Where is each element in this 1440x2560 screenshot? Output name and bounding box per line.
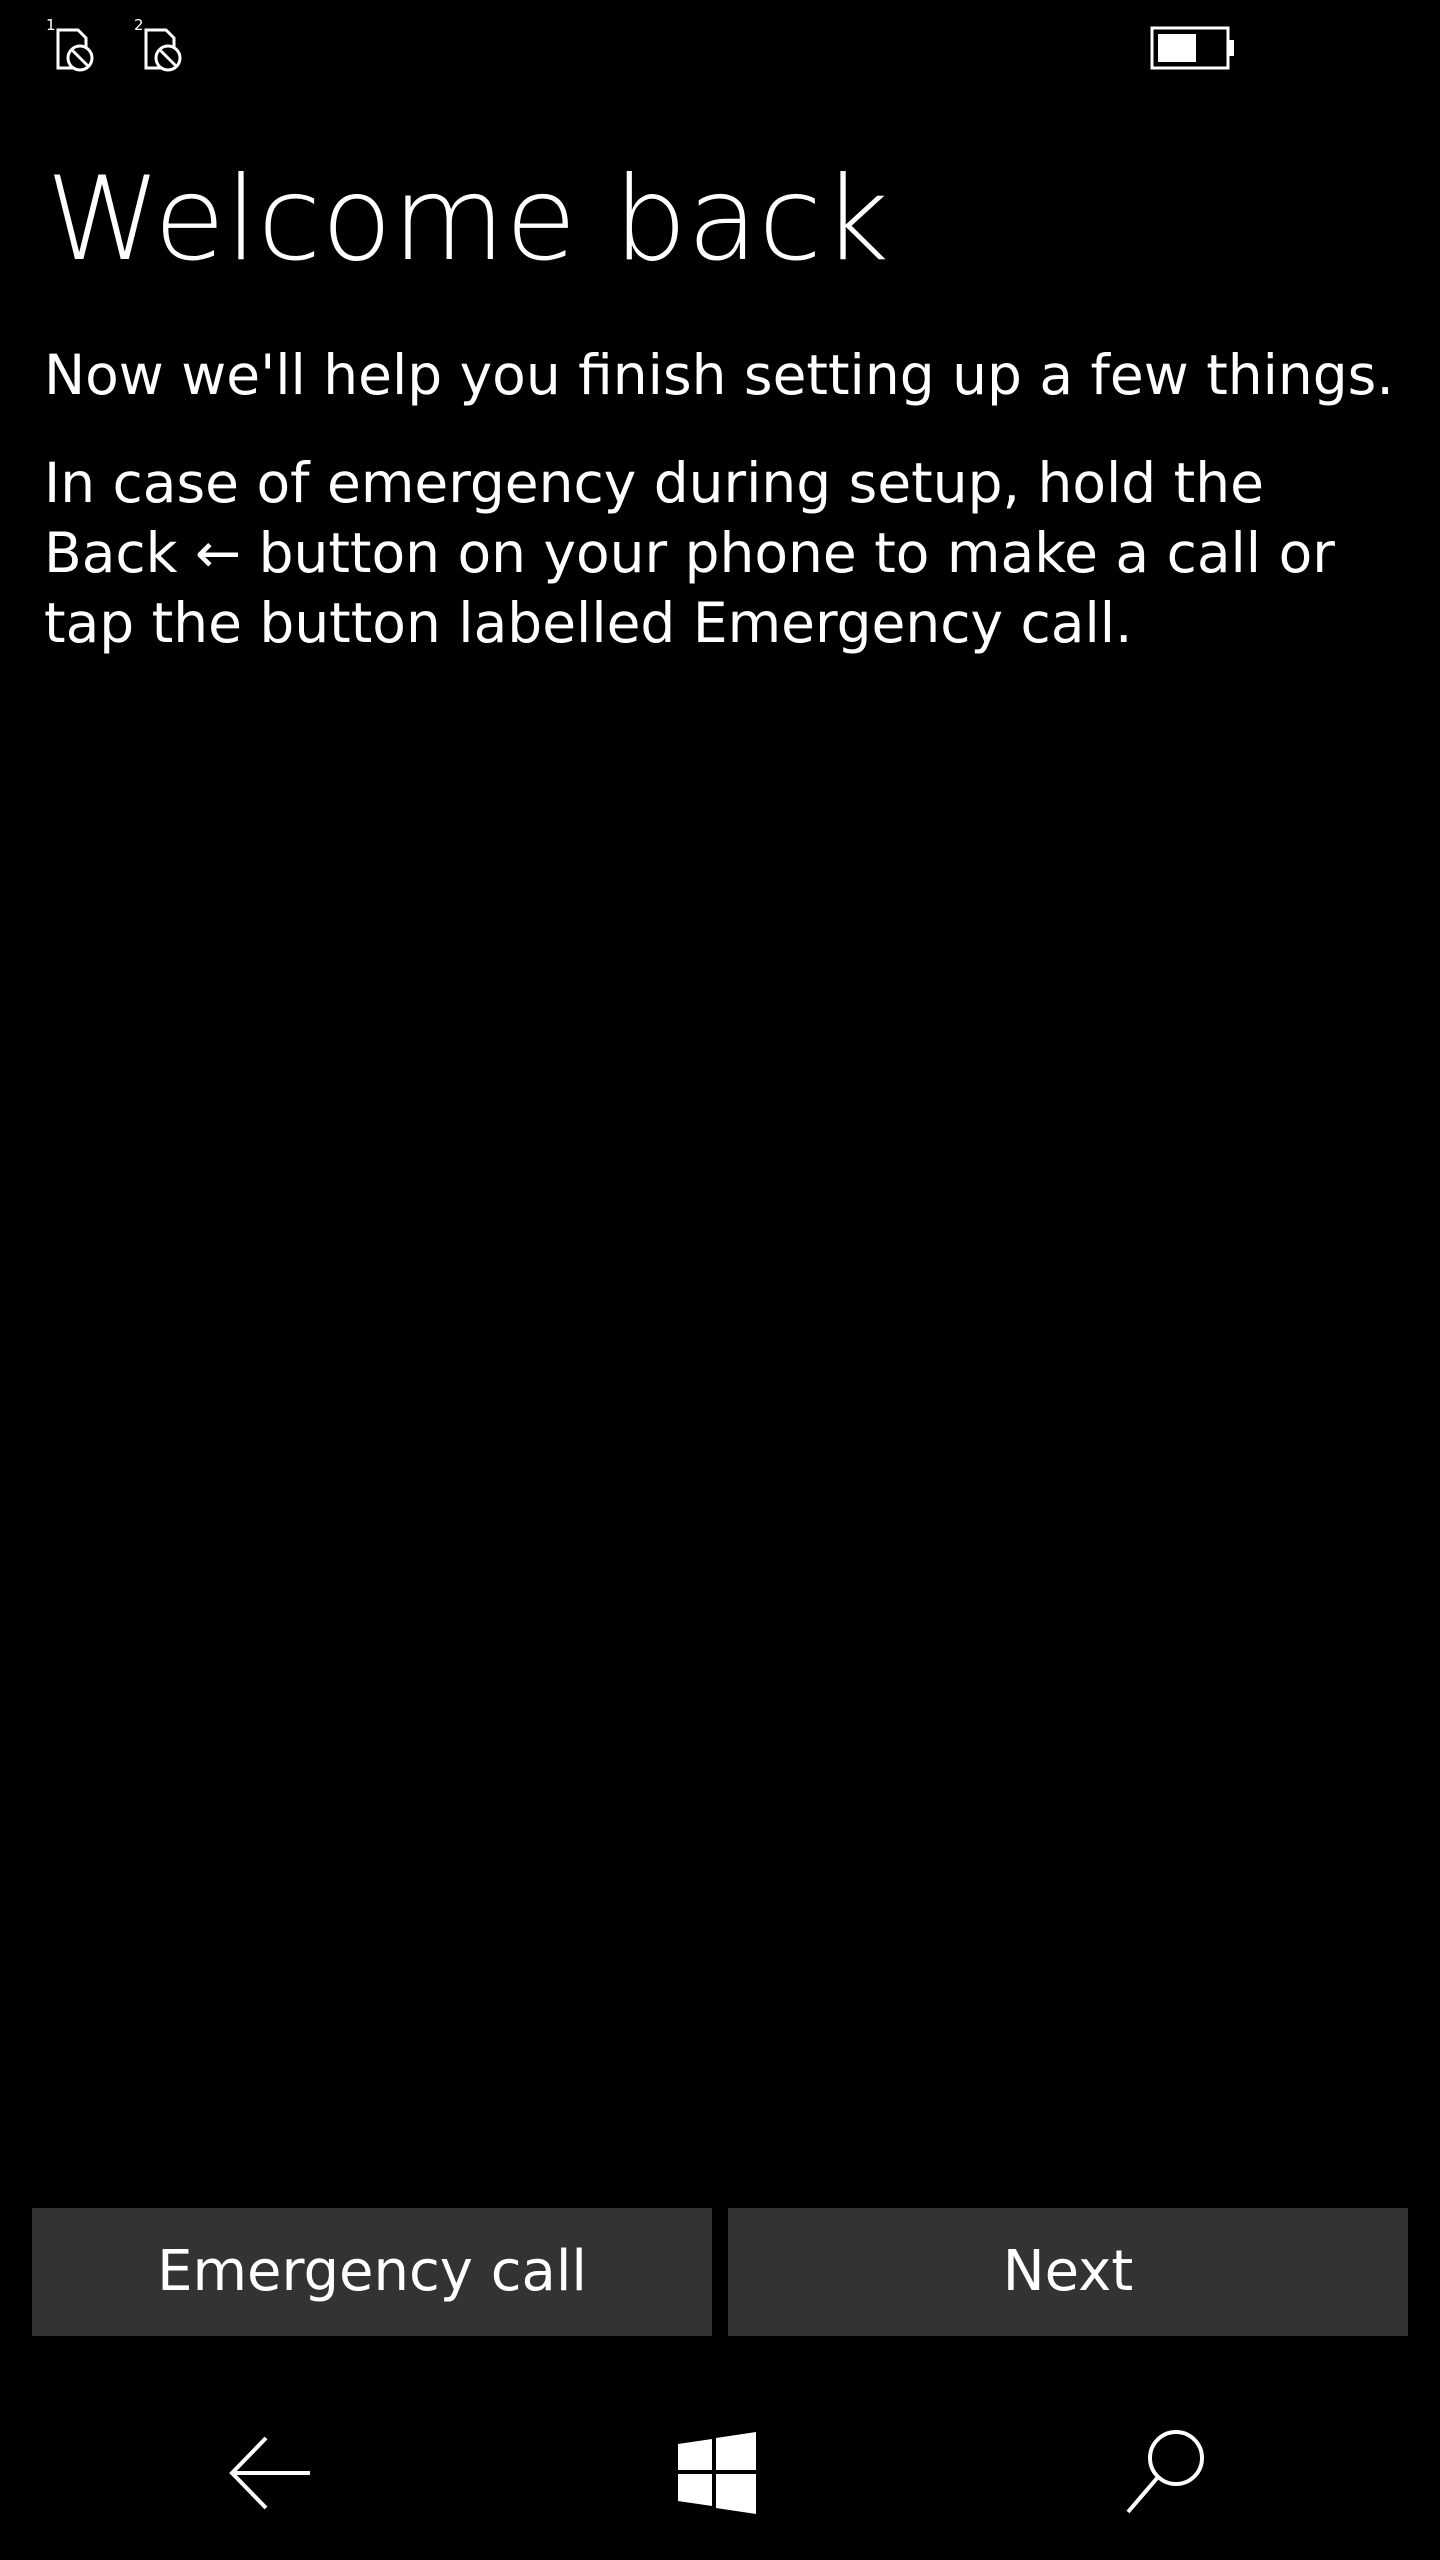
navigation-bar bbox=[0, 2380, 1440, 2560]
page-title: Welcome back bbox=[46, 152, 890, 287]
emergency-info-text: In case of emergency during setup, hold … bbox=[44, 451, 1335, 655]
next-button[interactable]: Next bbox=[728, 2208, 1408, 2336]
back-arrow-icon[interactable] bbox=[216, 2418, 326, 2528]
windows-logo-icon[interactable] bbox=[662, 2418, 772, 2528]
sim-2-no-service-icon: 2 bbox=[132, 14, 192, 74]
svg-text:2: 2 bbox=[134, 16, 144, 34]
status-bar: 1 2 bbox=[0, 0, 1440, 90]
battery-level-fill bbox=[1158, 34, 1196, 62]
svg-text:1: 1 bbox=[46, 16, 56, 34]
search-icon[interactable] bbox=[1112, 2418, 1222, 2528]
sim-1-no-service-icon: 1 bbox=[44, 14, 104, 74]
battery-icon bbox=[1150, 26, 1236, 70]
emergency-call-button[interactable]: Emergency call bbox=[32, 2208, 712, 2336]
setup-intro-text: Now we'll help you finish setting up a f… bbox=[44, 343, 1394, 407]
